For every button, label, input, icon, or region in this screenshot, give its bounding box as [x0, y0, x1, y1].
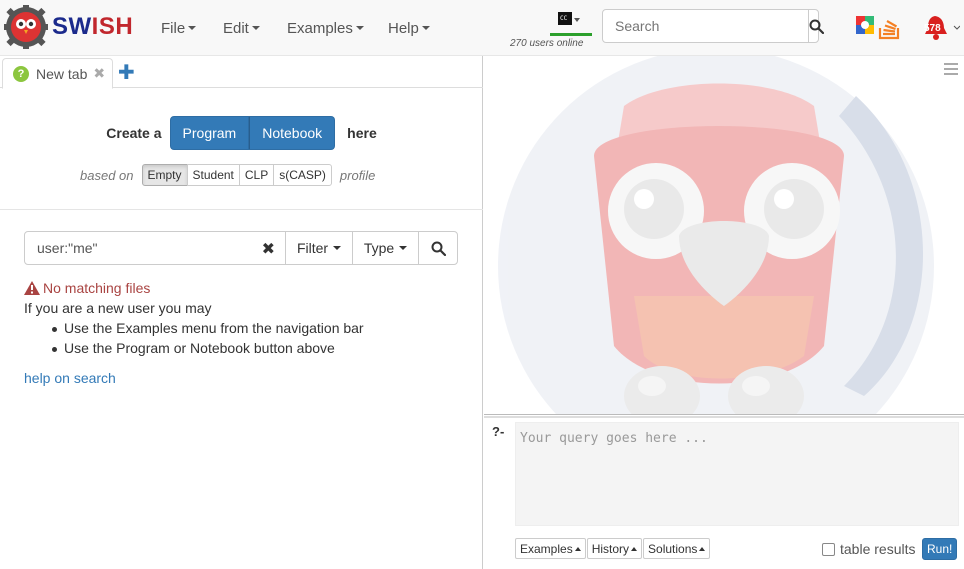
- brand[interactable]: SWISH: [4, 4, 133, 50]
- search-button[interactable]: [808, 10, 824, 42]
- new-user-tips: Use the Examples menu from the navigatio…: [50, 320, 364, 360]
- swish-logo-icon: [4, 5, 48, 49]
- tab-new[interactable]: ? New tab ✖: [2, 58, 113, 89]
- query-prompt: ?-: [492, 424, 505, 439]
- add-tab-icon[interactable]: ✚: [118, 60, 135, 85]
- caret-down-icon: [355, 26, 364, 30]
- tab-bar: ? New tab ✖ ✚: [0, 56, 483, 89]
- filter-search-button[interactable]: [418, 232, 457, 264]
- list-item: Use the Program or Notebook button above: [50, 340, 364, 360]
- svg-text:CC: CC: [560, 15, 568, 22]
- profile-selector: based on Empty Student CLP s(CASP) profi…: [80, 164, 375, 186]
- filter-dropdown[interactable]: Filter: [285, 232, 352, 264]
- output-pane: [484, 56, 964, 415]
- brand-ish: ISH: [91, 13, 134, 40]
- query-editor[interactable]: Your query goes here ...: [515, 422, 959, 526]
- create-suffix: here: [347, 125, 377, 141]
- online-users[interactable]: CC 270 users online: [506, 6, 592, 52]
- caret-down-icon: [251, 26, 260, 30]
- help-on-search-link[interactable]: help on search: [24, 370, 116, 386]
- table-results-checkbox[interactable]: [822, 542, 835, 556]
- caret-down-icon: [399, 246, 408, 250]
- search-box: [602, 9, 824, 43]
- query-history-label: History: [591, 541, 630, 556]
- search-icon: [809, 19, 824, 34]
- menu-help[interactable]: Help: [388, 0, 430, 56]
- create-program-button[interactable]: Program: [169, 116, 250, 150]
- filter-dropdown-label: Filter: [296, 240, 329, 256]
- query-examples-button[interactable]: Examples: [515, 538, 586, 559]
- create-row: Create a Program Notebook here: [0, 116, 483, 150]
- table-results-toggle[interactable]: table results: [822, 541, 915, 557]
- menu-examples-label: Examples: [287, 19, 353, 37]
- caret-up-icon: [631, 546, 638, 551]
- menu-file[interactable]: File: [161, 0, 197, 56]
- profile-clp-button[interactable]: CLP: [238, 164, 275, 186]
- close-icon[interactable]: ✖: [93, 65, 105, 82]
- query-history-button[interactable]: History: [586, 538, 643, 559]
- social-links-icon[interactable]: [854, 14, 902, 42]
- menu-file-label: File: [161, 19, 186, 37]
- caret-up-icon: [574, 546, 581, 551]
- profile-prefix: based on: [80, 167, 134, 183]
- notifications[interactable]: 578: [920, 14, 961, 44]
- run-button[interactable]: Run!: [922, 538, 958, 560]
- warning-text: No matching files: [43, 280, 151, 296]
- profile-empty-button[interactable]: Empty: [141, 164, 188, 186]
- brand-sw: SW: [52, 13, 92, 40]
- navbar: SWISH File Edit Examples Help CC 270 use…: [0, 0, 964, 56]
- divider: [0, 209, 483, 210]
- terminal-icon: CC: [558, 12, 580, 25]
- online-bar: [550, 33, 592, 36]
- search-input[interactable]: [603, 10, 808, 42]
- create-notebook-button[interactable]: Notebook: [249, 116, 336, 150]
- profile-scasp-button[interactable]: s(CASP): [273, 164, 332, 186]
- menu-examples[interactable]: Examples: [287, 0, 364, 56]
- filter-input[interactable]: user:"me" ✖: [25, 232, 285, 264]
- menu-edit[interactable]: Edit: [223, 0, 260, 56]
- file-filter-bar: user:"me" ✖ Filter Type: [24, 231, 458, 265]
- query-examples-label: Examples: [520, 541, 573, 556]
- profile-suffix: profile: [339, 167, 376, 183]
- type-dropdown-label: Type: [363, 240, 395, 256]
- create-prefix: Create a: [106, 125, 162, 141]
- filter-value: user:"me": [37, 240, 98, 256]
- no-files-warning: No matching files: [24, 280, 150, 296]
- query-solutions-button[interactable]: Solutions: [643, 538, 711, 559]
- social-icons: [854, 14, 902, 45]
- caret-down-icon: [421, 26, 430, 30]
- warning-icon: [24, 281, 40, 295]
- query-solutions-label: Solutions: [648, 541, 698, 556]
- list-item: Use the Examples menu from the navigatio…: [50, 320, 364, 340]
- file-browser-pane: ? New tab ✖ ✚ Create a Program Notebook …: [0, 56, 483, 569]
- caret-up-icon: [699, 546, 706, 551]
- menu-help-label: Help: [388, 19, 419, 37]
- online-count: 270 users online: [510, 38, 584, 49]
- caret-down-icon: [188, 26, 197, 30]
- table-results-label: table results: [840, 541, 916, 557]
- type-dropdown[interactable]: Type: [352, 232, 418, 264]
- query-buttons: Examples History Solutions: [515, 538, 711, 559]
- tab-label: New tab: [36, 65, 88, 82]
- caret-down-icon: [333, 246, 342, 250]
- query-pane: ?- Your query goes here ... Examples His…: [484, 416, 964, 569]
- menu-edit-label: Edit: [223, 19, 249, 37]
- profile-student-button[interactable]: Student: [186, 164, 240, 186]
- swish-tab-icon: ?: [13, 65, 29, 82]
- search-icon: [431, 241, 446, 256]
- new-user-intro: If you are a new user you may: [24, 300, 212, 316]
- menu-icon[interactable]: [944, 62, 958, 76]
- notification-count: 578: [924, 23, 941, 34]
- brand-name: SWISH: [52, 13, 133, 41]
- swish-owl-watermark-icon: [498, 56, 934, 414]
- clear-icon[interactable]: ✖: [262, 239, 275, 259]
